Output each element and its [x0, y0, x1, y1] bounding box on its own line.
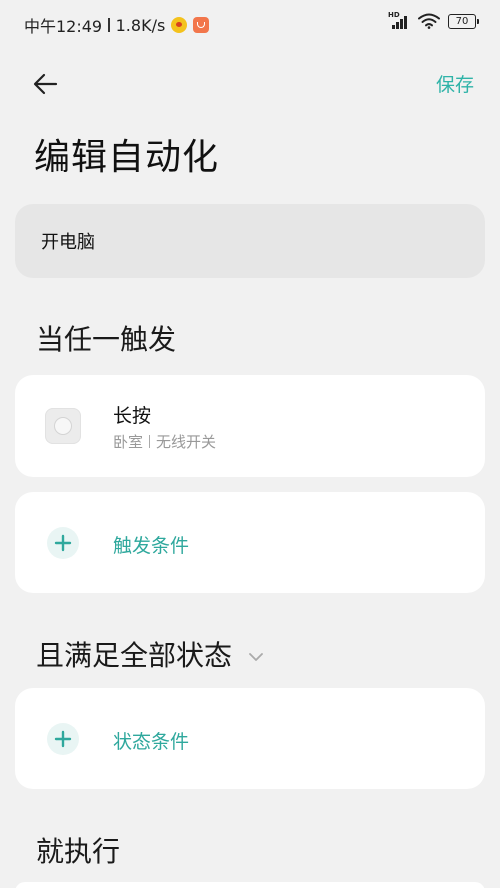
automation-name-field[interactable]: 开电脑 — [15, 204, 485, 278]
trigger-item-room: 卧室 — [113, 433, 144, 451]
battery-icon: 70 — [448, 13, 479, 29]
trigger-item[interactable]: 长按 卧室 无线开关 — [15, 375, 485, 477]
signal-icon: HD — [388, 11, 410, 29]
plus-icon — [47, 527, 79, 559]
app-notification-icon — [193, 17, 210, 33]
status-right: HD 70 — [388, 11, 479, 29]
chevron-down-icon — [249, 653, 263, 661]
add-trigger-label: 触发条件 — [113, 535, 190, 557]
condition-section-title: 且满足全部状态 — [36, 639, 233, 672]
arrow-left-icon — [33, 73, 58, 95]
add-trigger-button[interactable]: 触发条件 — [15, 492, 485, 593]
edit-automation-screen: 中午12:49 1.8K/s HD 70 保存 编辑自动化 开电脑 当任一触发 … — [0, 0, 500, 888]
add-condition-button[interactable]: 状态条件 — [15, 688, 485, 789]
trigger-item-title: 长按 — [113, 405, 152, 427]
status-bar: 中午12:49 1.8K/s HD 70 — [0, 0, 500, 46]
action-card[interactable] — [15, 882, 485, 888]
trigger-item-device: 无线开关 — [156, 433, 217, 451]
plus-icon — [47, 723, 79, 755]
trigger-section-title: 当任一触发 — [36, 323, 177, 356]
wifi-icon — [418, 13, 440, 29]
condition-mode-dropdown[interactable]: 且满足全部状态 — [36, 634, 265, 674]
status-time: 中午12:49 — [24, 17, 103, 36]
weibo-icon — [171, 17, 188, 33]
add-condition-label: 状态条件 — [113, 731, 190, 753]
subtitle-separator — [149, 435, 151, 448]
wireless-switch-icon — [45, 408, 81, 444]
save-button[interactable]: 保存 — [436, 70, 474, 97]
action-section-title: 就执行 — [36, 835, 121, 868]
status-separator — [108, 18, 110, 32]
trigger-item-subtitle: 卧室 无线开关 — [113, 431, 216, 452]
back-button[interactable] — [30, 68, 62, 100]
status-left: 中午12:49 1.8K/s — [24, 13, 210, 37]
automation-name-value: 开电脑 — [41, 232, 95, 253]
page-title: 编辑自动化 — [34, 137, 220, 178]
network-speed: 1.8K/s — [115, 15, 166, 35]
